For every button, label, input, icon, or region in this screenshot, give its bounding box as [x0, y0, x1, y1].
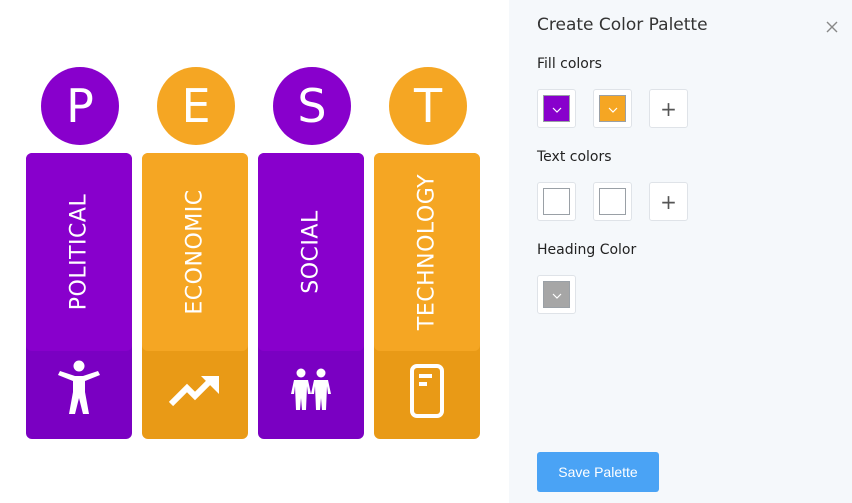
fill-colors-label: Fill colors [537, 56, 602, 72]
pest-card-label-area: SOCIAL [258, 153, 364, 351]
color-swatch [599, 188, 626, 215]
color-palette-panel: Create Color Palette Fill colors + Text … [509, 0, 852, 503]
pest-card-label-area: ECONOMIC [142, 153, 248, 351]
pest-label: TECHNOLOGY [414, 173, 440, 331]
heading-color-label: Heading Color [537, 242, 637, 258]
pest-letter: T [413, 79, 443, 133]
color-swatch [543, 95, 570, 122]
save-palette-button[interactable]: Save Palette [537, 452, 659, 492]
pest-circle-t[interactable]: T [389, 67, 467, 145]
pest-label: SOCIAL [298, 210, 324, 294]
fill-color-swatch-1[interactable] [537, 89, 576, 128]
trending-up-icon [168, 374, 221, 413]
pest-letter: S [297, 79, 327, 133]
fill-color-swatch-2[interactable] [593, 89, 632, 128]
chevron-down-icon [552, 100, 562, 118]
pest-card-technology[interactable]: TECHNOLOGY [374, 153, 480, 439]
pest-label: POLITICAL [66, 193, 92, 311]
pest-circle-e[interactable]: E [157, 67, 235, 145]
panel-title: Create Color Palette [537, 15, 708, 35]
people-icon [289, 368, 333, 417]
pest-letter: P [66, 79, 94, 133]
color-swatch [599, 95, 626, 122]
accessibility-person-icon [55, 360, 103, 421]
pest-card-social[interactable]: SOCIAL [258, 153, 364, 439]
pest-circle-s[interactable]: S [273, 67, 351, 145]
plus-icon: + [660, 96, 677, 121]
close-icon[interactable] [823, 18, 841, 36]
chevron-down-icon [608, 100, 618, 118]
text-color-swatch-1[interactable] [537, 182, 576, 221]
add-fill-color-button[interactable]: + [649, 89, 688, 128]
tablet-icon [410, 364, 444, 423]
heading-color-swatch[interactable] [537, 275, 576, 314]
pest-card-economic[interactable]: ECONOMIC [142, 153, 248, 439]
pest-card-label-area: POLITICAL [26, 153, 132, 351]
pest-circle-p[interactable]: P [41, 67, 119, 145]
slide-canvas: P POLITICAL E ECONOMIC S SOCIAL T TECHNO… [0, 0, 509, 503]
pest-letter: E [181, 79, 211, 133]
color-swatch [543, 281, 570, 308]
add-text-color-button[interactable]: + [649, 182, 688, 221]
text-colors-label: Text colors [537, 149, 612, 165]
color-swatch [543, 188, 570, 215]
chevron-down-icon [552, 286, 562, 304]
pest-card-label-area: TECHNOLOGY [374, 153, 480, 351]
plus-icon: + [660, 189, 677, 214]
pest-card-political[interactable]: POLITICAL [26, 153, 132, 439]
pest-label: ECONOMIC [182, 189, 208, 315]
text-color-swatch-2[interactable] [593, 182, 632, 221]
